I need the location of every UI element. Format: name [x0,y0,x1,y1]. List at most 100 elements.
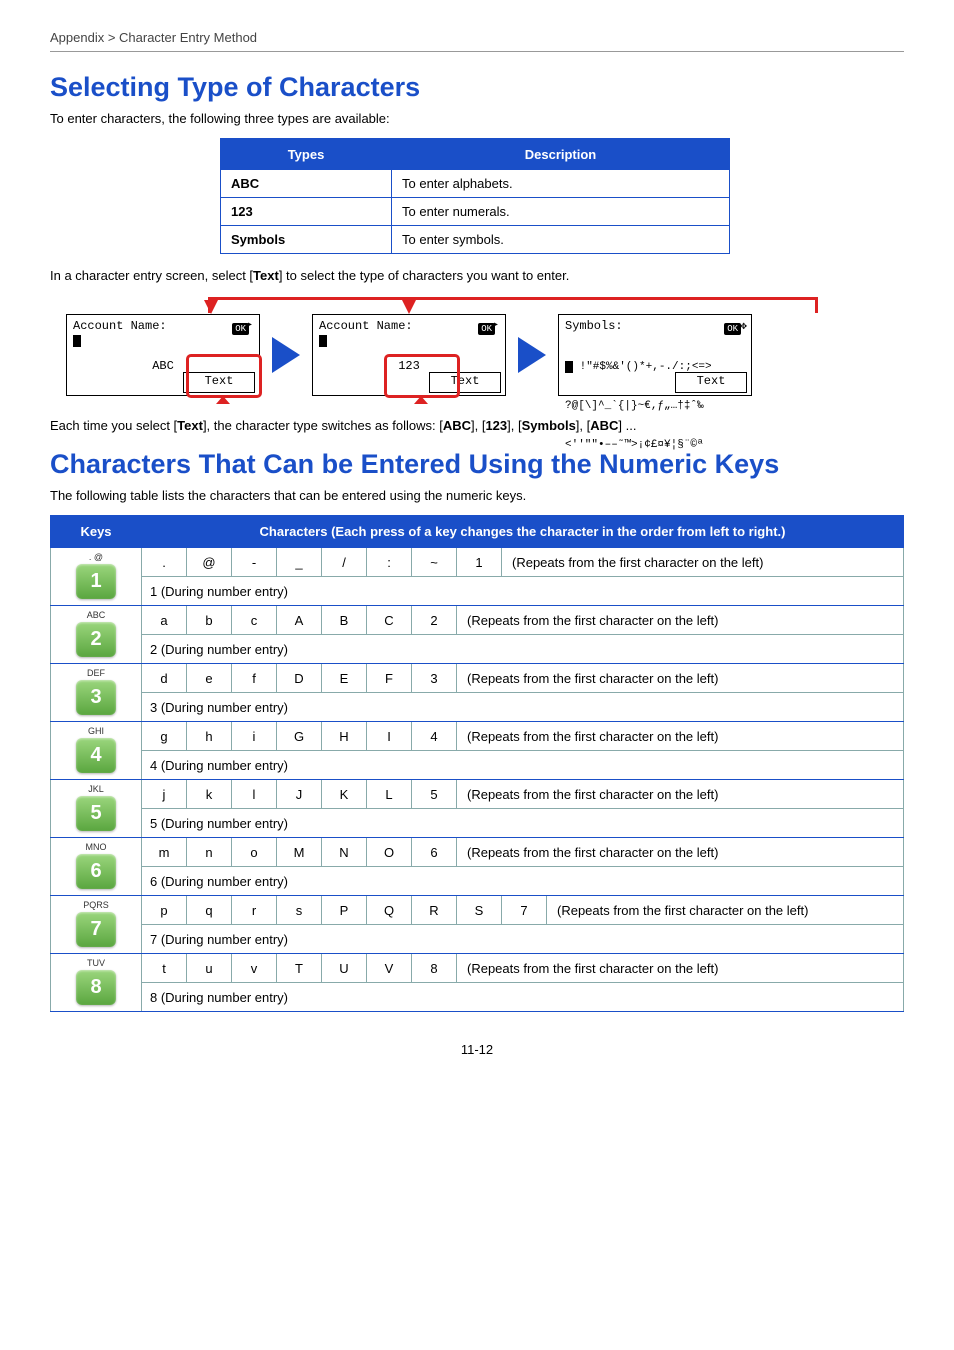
ok-badge: OK [478,323,495,335]
number-entry-cell: 1 (During number entry) [142,577,904,606]
char-cell: u [187,954,232,983]
char-cell: U [322,954,367,983]
key-cell: JKL 5 [51,780,142,838]
numeric-key-button[interactable]: 2 [76,622,116,657]
char-cell: 5 [412,780,457,809]
key-label: GHI [53,726,139,736]
ok-badge: OK [232,323,249,335]
numeric-key-button[interactable]: 3 [76,680,116,715]
numeric-key-button[interactable]: 4 [76,738,116,773]
key-label: JKL [53,784,139,794]
char-cell: N [322,838,367,867]
screen-symbols: Symbols: ✥OK !"#$%&'()*+,-./:;<=> ?@[\]^… [558,314,752,396]
intro-text-1: To enter characters, the following three… [50,111,904,126]
char-cell: H [322,722,367,751]
red-arrow-up-icon [216,396,230,404]
number-entry-cell: 8 (During number entry) [142,983,904,1012]
char-cell: 3 [412,664,457,693]
red-connector-line [208,297,818,300]
red-arrow-down-icon [204,300,218,314]
char-cell: G [277,722,322,751]
char-cell: 8 [412,954,457,983]
red-arrow-up-icon [414,396,428,404]
char-cell: m [142,838,187,867]
char-cell: j [142,780,187,809]
char-cell: v [232,954,277,983]
numeric-key-chars-table: Keys Characters (Each press of a key cha… [50,515,904,1012]
char-cell: s [277,896,322,925]
char-cell: 7 [502,896,547,925]
heading-numeric-keys: Characters That Can be Entered Using the… [50,449,904,480]
repeat-cell: (Repeats from the first character on the… [457,722,904,751]
char-cell: @ [187,548,232,577]
key-cell: DEF 3 [51,664,142,722]
types-cell: ABC [221,170,392,198]
numeric-key-button[interactable]: 5 [76,796,116,831]
key-cell: GHI 4 [51,722,142,780]
repeat-cell: (Repeats from the first character on the… [502,548,904,577]
numeric-key-button[interactable]: 7 [76,912,116,947]
key-label: DEF [53,668,139,678]
number-entry-cell: 2 (During number entry) [142,635,904,664]
key-cell: ABC2 [51,606,142,664]
repeat-cell: (Repeats from the first character on the… [457,954,904,983]
select-text-para: In a character entry screen, select [Tex… [50,268,904,283]
key-label: TUV [53,958,139,968]
numeric-key-button[interactable]: 6 [76,854,116,889]
types-cell: To enter symbols. [392,226,730,254]
char-cell: Q [367,896,412,925]
play-arrow-icon [272,337,300,373]
char-cell: q [187,896,232,925]
char-cell: S [457,896,502,925]
cursor-icon [319,335,327,347]
key-label: PQRS [53,900,139,910]
char-cell: K [322,780,367,809]
types-cell: Symbols [221,226,392,254]
types-col-desc: Description [392,139,730,170]
text-softkey[interactable]: Text [675,372,747,393]
cursor-icon [73,335,81,347]
char-cell: M [277,838,322,867]
intro-text-2: The following table lists the characters… [50,488,904,503]
char-cell: T [277,954,322,983]
char-cell: / [322,548,367,577]
char-cell: 2 [412,606,457,635]
page-number: 11-12 [50,1042,904,1057]
char-cell: R [412,896,457,925]
char-cell: r [232,896,277,925]
char-cell: L [367,780,412,809]
char-cell: f [232,664,277,693]
char-cell: i [232,722,277,751]
key-cell: MNO6 [51,838,142,896]
key-cell: PQRS 7 [51,896,142,954]
types-cell: To enter alphabets. [392,170,730,198]
char-cell: h [187,722,232,751]
repeat-cell: (Repeats from the first character on the… [457,606,904,635]
char-cell: D [277,664,322,693]
numeric-key-button[interactable]: 8 [76,970,116,1005]
key-cell: . @ 1 [51,548,142,606]
number-entry-cell: 5 (During number entry) [142,809,904,838]
char-cell: - [232,548,277,577]
types-cell: 123 [221,198,392,226]
repeat-cell: (Repeats from the first character on the… [547,896,904,925]
char-cell: _ [277,548,322,577]
char-cell: . [142,548,187,577]
heading-selecting-type: Selecting Type of Characters [50,72,904,103]
char-cell: : [367,548,412,577]
char-cell: E [322,664,367,693]
types-table: Types Description ABC To enter alphabets… [220,138,730,254]
char-cell: l [232,780,277,809]
key-label: . @ [53,552,139,562]
char-cell: A [277,606,322,635]
char-cell: ~ [412,548,457,577]
types-col-types: Types [221,139,392,170]
red-arrow-down-icon [402,300,416,314]
char-cell: e [187,664,232,693]
numeric-key-button[interactable]: 1 [76,564,116,599]
char-cell: o [232,838,277,867]
red-highlight-box [384,354,460,398]
char-cell: J [277,780,322,809]
number-entry-cell: 4 (During number entry) [142,751,904,780]
ok-badge: OK [724,323,741,335]
